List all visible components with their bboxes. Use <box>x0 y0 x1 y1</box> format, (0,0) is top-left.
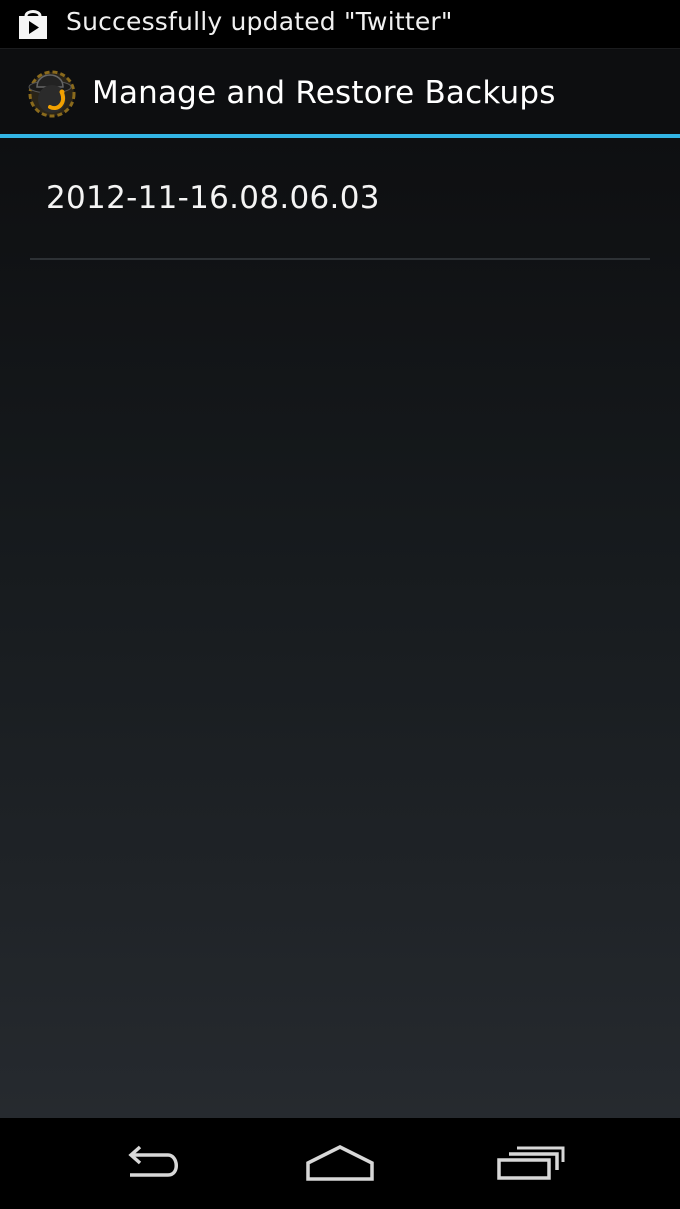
page-title: Manage and Restore Backups <box>92 75 556 111</box>
list-divider <box>30 258 650 260</box>
navigation-bar <box>0 1118 680 1209</box>
status-bar: Successfully updated "Twitter" <box>0 0 680 48</box>
action-bar: Manage and Restore Backups <box>0 48 680 135</box>
home-icon <box>304 1143 376 1187</box>
play-store-bag-icon <box>16 8 50 40</box>
recent-apps-button[interactable] <box>485 1140 575 1190</box>
backup-date-label: 2012-11-16.08.06.03 <box>46 180 380 216</box>
home-button[interactable] <box>295 1140 385 1190</box>
list-item-backup[interactable]: 2012-11-16.08.06.03 <box>0 138 680 260</box>
back-icon <box>118 1145 184 1185</box>
screen: Successfully updated "Twitter" Manage an… <box>0 0 680 1209</box>
backup-list: 2012-11-16.08.06.03 <box>0 138 680 1118</box>
notification-text: Successfully updated "Twitter" <box>66 7 453 36</box>
back-button[interactable] <box>106 1140 196 1190</box>
titanium-backup-icon[interactable] <box>26 67 78 119</box>
recent-apps-icon <box>495 1144 565 1186</box>
